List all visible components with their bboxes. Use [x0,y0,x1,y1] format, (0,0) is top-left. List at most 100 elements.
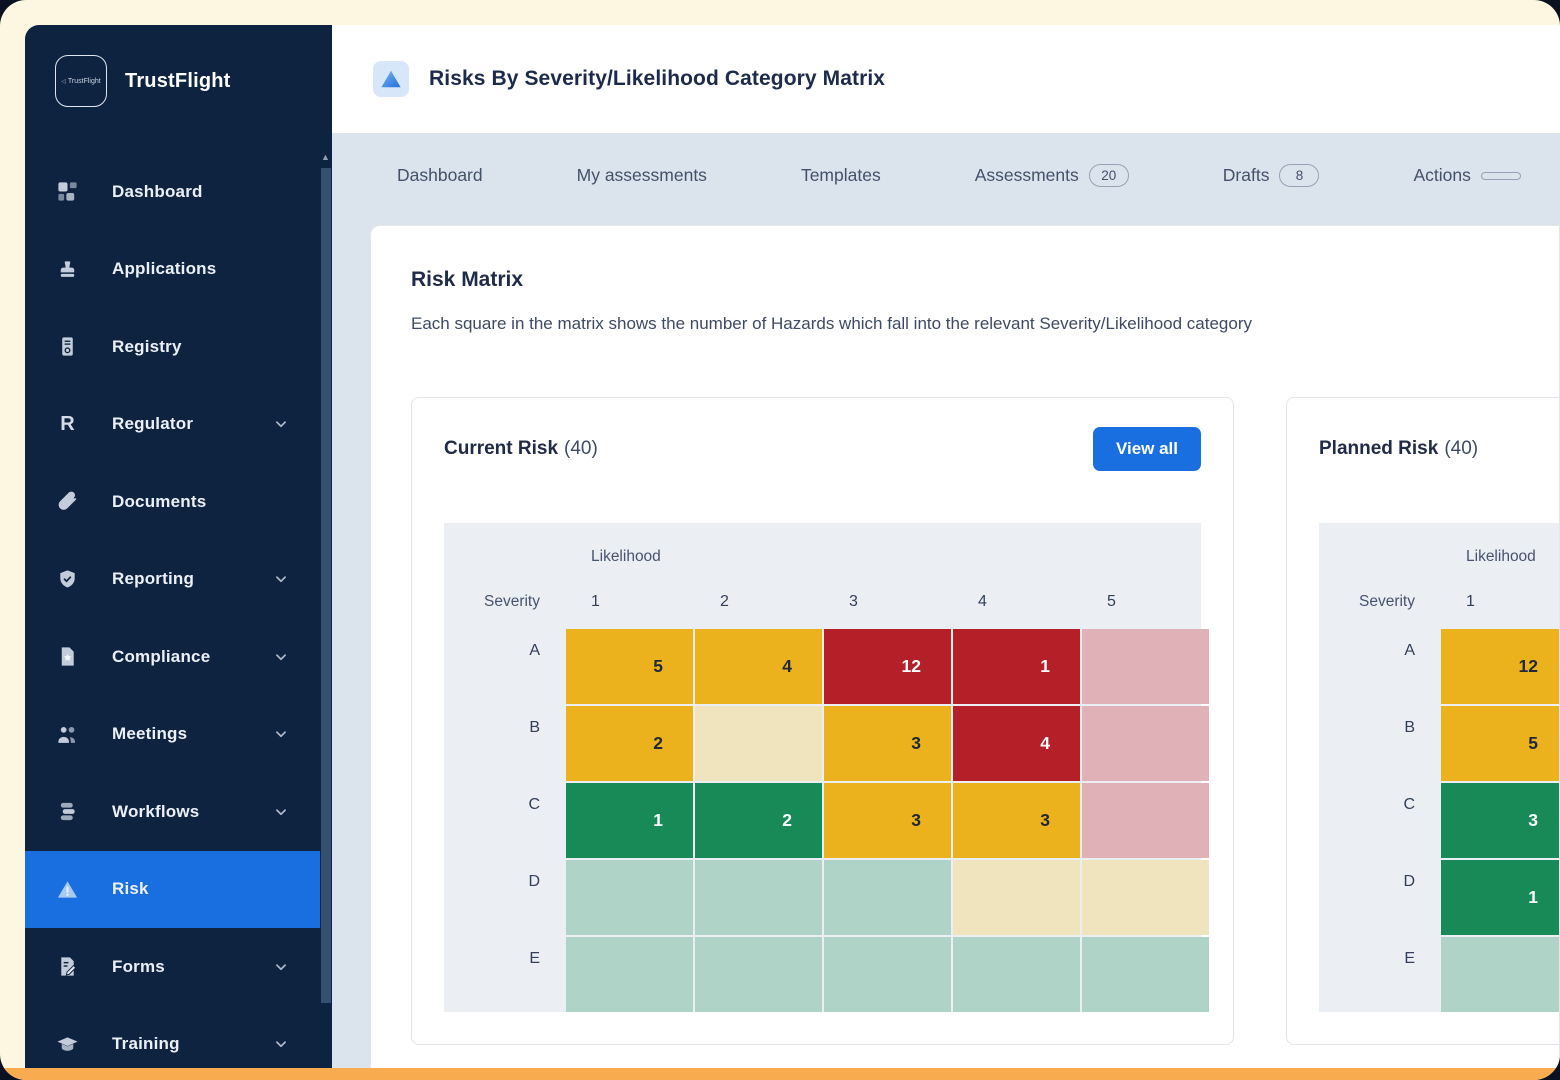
severity-row-header: B [1319,706,1439,781]
severity-axis-label: Severity [444,577,564,627]
matrix-cell-C1[interactable]: 3 [1441,783,1560,858]
risk-matrix-card: Risk Matrix Each square in the matrix sh… [370,225,1560,1068]
matrix-cell-B1[interactable]: 2 [566,706,693,781]
sidebar-item-risk[interactable]: Risk [25,851,320,929]
sidebar-item-registry[interactable]: Registry [25,308,320,386]
matrix-cell-E5[interactable] [1082,937,1209,1012]
tab-count-badge: 8 [1279,164,1319,187]
sidebar-item-compliance[interactable]: Compliance [25,618,320,696]
matrix-cell-A1[interactable]: 5 [566,629,693,704]
sidebar-item-applications[interactable]: Applications [25,231,320,309]
brand-row: ◁ TrustFlight TrustFlight [25,25,332,107]
matrix-cell-B2[interactable] [695,706,822,781]
sidebar-item-dashboard[interactable]: Dashboard [25,153,320,231]
matrix-corner-spacer [444,539,564,575]
severity-row-header: C [1319,783,1439,858]
page-header: Risks By Severity/Likelihood Category Ma… [332,25,1560,133]
tab-assessments[interactable]: Assessments20 [975,164,1129,187]
matrix-cell-E2[interactable] [695,937,822,1012]
sidebar-item-label: Dashboard [112,182,203,202]
sidebar-item-label: Meetings [112,724,187,744]
logo-small-text: TrustFlight [68,78,101,85]
panel-count: (40) [1444,438,1478,459]
chevron-down-icon [272,1035,290,1053]
matrix-cell-D1[interactable]: 1 [1441,860,1560,935]
panel-planned-risk: Planned Risk (40) LikelihoodSeverity1A12B5… [1286,397,1560,1045]
matrix-cell-B3[interactable]: 3 [824,706,951,781]
sidebar-scrollbar-thumb[interactable] [321,168,331,1003]
panel-title: Current Risk(40) [444,438,598,460]
sidebar-item-forms[interactable]: Forms [25,928,320,1006]
app-frame: ◁ TrustFlight TrustFlight Dashboard Appli… [0,0,1560,1080]
panel-title-text: Current Risk [444,438,558,459]
logo-triangle-icon: ◁ [61,78,66,85]
severity-row-header: C [444,783,564,858]
doc-pencil-icon [55,954,80,979]
sidebar-item-label: Applications [112,259,216,279]
likelihood-column-header: 3 [824,577,951,627]
panel-title-text: Planned Risk [1319,438,1438,459]
sidebar-item-workflows[interactable]: Workflows [25,773,320,851]
tab-label: Templates [801,165,881,186]
risk-matrix-title: Risk Matrix [411,268,1519,292]
grad-cap-icon [55,1032,80,1057]
content-area: Risk Matrix Each square in the matrix sh… [332,218,1560,1068]
tab-my-assessments[interactable]: My assessments [577,165,707,186]
risk-matrix-grid: LikelihoodSeverity1A12B5C3D1E [1319,523,1560,1012]
sidebar-item-documents[interactable]: Documents [25,463,320,541]
matrix-cell-B1[interactable]: 5 [1441,706,1560,781]
sidebar-item-regulator[interactable]: RRegulator [25,386,320,464]
matrix-cell-E1[interactable] [1441,937,1560,1012]
view-all-button[interactable]: View all [1093,427,1201,471]
tab-actions[interactable]: Actions [1413,165,1520,186]
likelihood-column-header: 4 [953,577,1080,627]
matrix-cell-A5[interactable] [1082,629,1209,704]
severity-axis-label: Severity [1319,577,1439,627]
sidebar-item-training[interactable]: Training [25,1006,320,1069]
sidebar-item-label: Risk [112,879,149,899]
matrix-cell-C5[interactable] [1082,783,1209,858]
matrix-cell-C4[interactable]: 3 [953,783,1080,858]
matrix-cell-D1[interactable] [566,860,693,935]
likelihood-column-header: 2 [695,577,822,627]
risk-triangle-icon [373,61,409,97]
severity-row-header: B [444,706,564,781]
panel-current-risk: Current Risk(40)View allLikelihoodSeveri… [411,397,1234,1045]
matrix-cell-D3[interactable] [824,860,951,935]
sidebar-item-meetings[interactable]: Meetings [25,696,320,774]
sidebar-item-label: Documents [112,492,206,512]
matrix-cell-A3[interactable]: 12 [824,629,951,704]
tab-dashboard[interactable]: Dashboard [397,165,483,186]
matrix-cell-D4[interactable] [953,860,1080,935]
severity-row-header: E [1319,937,1439,1012]
matrix-cell-E3[interactable] [824,937,951,1012]
panel-header: Current Risk(40) View all [444,426,1201,472]
matrix-cell-D2[interactable] [695,860,822,935]
tab-drafts[interactable]: Drafts8 [1223,164,1320,187]
chevron-down-icon [272,803,290,821]
severity-row-header: D [1319,860,1439,935]
matrix-cell-C2[interactable]: 2 [695,783,822,858]
matrix-cell-A4[interactable]: 1 [953,629,1080,704]
sidebar: ◁ TrustFlight TrustFlight Dashboard Appli… [25,25,332,1068]
paperclip-icon [55,489,80,514]
matrix-cell-D5[interactable] [1082,860,1209,935]
matrix-cell-E4[interactable] [953,937,1080,1012]
likelihood-column-header: 1 [1441,577,1560,627]
matrix-cell-A1[interactable]: 12 [1441,629,1560,704]
matrix-cell-E1[interactable] [566,937,693,1012]
tab-templates[interactable]: Templates [801,165,881,186]
matrix-cell-C1[interactable]: 1 [566,783,693,858]
chevron-down-icon [272,415,290,433]
sidebar-item-reporting[interactable]: Reporting [25,541,320,619]
matrix-cell-A2[interactable]: 4 [695,629,822,704]
matrix-cell-B4[interactable]: 4 [953,706,1080,781]
chevron-down-icon [272,648,290,666]
sidebar-scrollbar-up-arrow-icon[interactable]: ▲ [320,153,331,162]
matrix-cell-B5[interactable] [1082,706,1209,781]
page-title: Risks By Severity/Likelihood Category Ma… [429,67,885,91]
matrix-cell-C3[interactable]: 3 [824,783,951,858]
letter-r-icon: R [55,412,80,437]
sidebar-item-label: Reporting [112,569,194,589]
severity-row-header: A [444,629,564,704]
